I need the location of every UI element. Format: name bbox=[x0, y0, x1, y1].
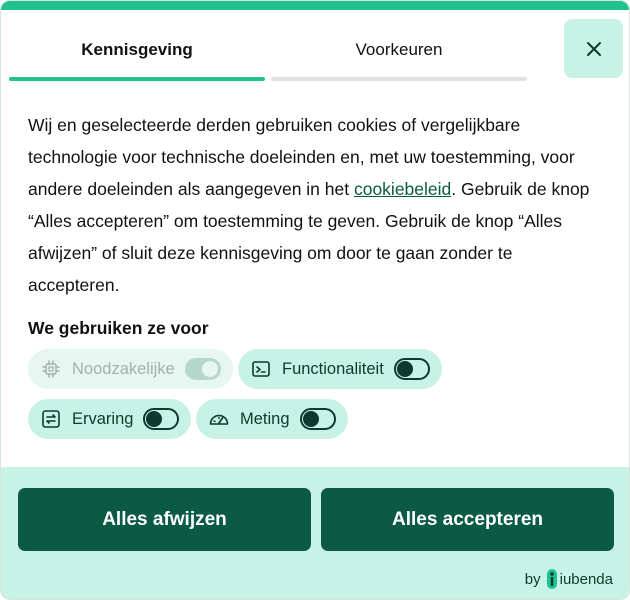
purpose-necessary: Noodzakelijke bbox=[28, 349, 233, 389]
close-icon bbox=[586, 41, 601, 56]
toggle-knob bbox=[146, 411, 163, 427]
tab-notice-underline bbox=[9, 77, 265, 81]
notice-text: Wij en geselecteerde derden gebruiken co… bbox=[28, 109, 608, 301]
purpose-functionality-toggle[interactable] bbox=[393, 358, 430, 380]
close-button[interactable] bbox=[564, 19, 623, 78]
cookie-consent-dialog: Kennisgeving Voorkeuren Wij en geselecte… bbox=[0, 0, 630, 600]
action-footer: Alles afwijzen Alles accepteren by iuben… bbox=[1, 467, 629, 599]
chip-icon bbox=[40, 358, 62, 380]
purpose-measurement-label: Meting bbox=[240, 409, 290, 428]
toggle-knob bbox=[302, 411, 319, 427]
purpose-experience: Ervaring bbox=[28, 399, 192, 439]
purpose-functionality-label: Functionaliteit bbox=[282, 359, 384, 378]
purposes-title: We gebruiken ze voor bbox=[28, 318, 209, 338]
accept-all-button[interactable]: Alles accepteren bbox=[321, 488, 614, 551]
toggle-knob bbox=[396, 361, 413, 377]
purpose-experience-toggle[interactable] bbox=[143, 408, 180, 430]
tab-bar: Kennisgeving Voorkeuren bbox=[9, 19, 529, 81]
tab-preferences-label: Voorkeuren bbox=[355, 40, 443, 59]
tab-preferences-underline bbox=[271, 77, 527, 81]
purpose-functionality: Functionaliteit bbox=[238, 349, 442, 389]
iubenda-branding[interactable]: by iubenda bbox=[525, 568, 613, 590]
purpose-necessary-label: Noodzakelijke bbox=[72, 359, 175, 378]
tab-notice[interactable]: Kennisgeving bbox=[9, 19, 265, 81]
terminal-icon bbox=[250, 358, 272, 380]
tab-notice-label: Kennisgeving bbox=[81, 40, 193, 59]
branding-by: by bbox=[524, 570, 541, 588]
toggle-knob bbox=[201, 361, 218, 377]
accent-strip bbox=[1, 1, 629, 10]
purpose-measurement: Meting bbox=[196, 399, 348, 439]
iubenda-logo-icon bbox=[546, 569, 557, 589]
tab-preferences[interactable]: Voorkeuren bbox=[271, 19, 527, 81]
purpose-necessary-toggle bbox=[184, 358, 221, 380]
purpose-experience-label: Ervaring bbox=[72, 409, 134, 428]
branding-name: iubenda bbox=[559, 570, 613, 588]
purpose-measurement-toggle[interactable] bbox=[299, 408, 336, 430]
gauge-icon bbox=[208, 408, 230, 430]
swap-arrows-icon bbox=[40, 408, 62, 430]
reject-all-button[interactable]: Alles afwijzen bbox=[18, 488, 311, 551]
cookie-policy-link[interactable]: cookiebeleid bbox=[354, 179, 451, 199]
